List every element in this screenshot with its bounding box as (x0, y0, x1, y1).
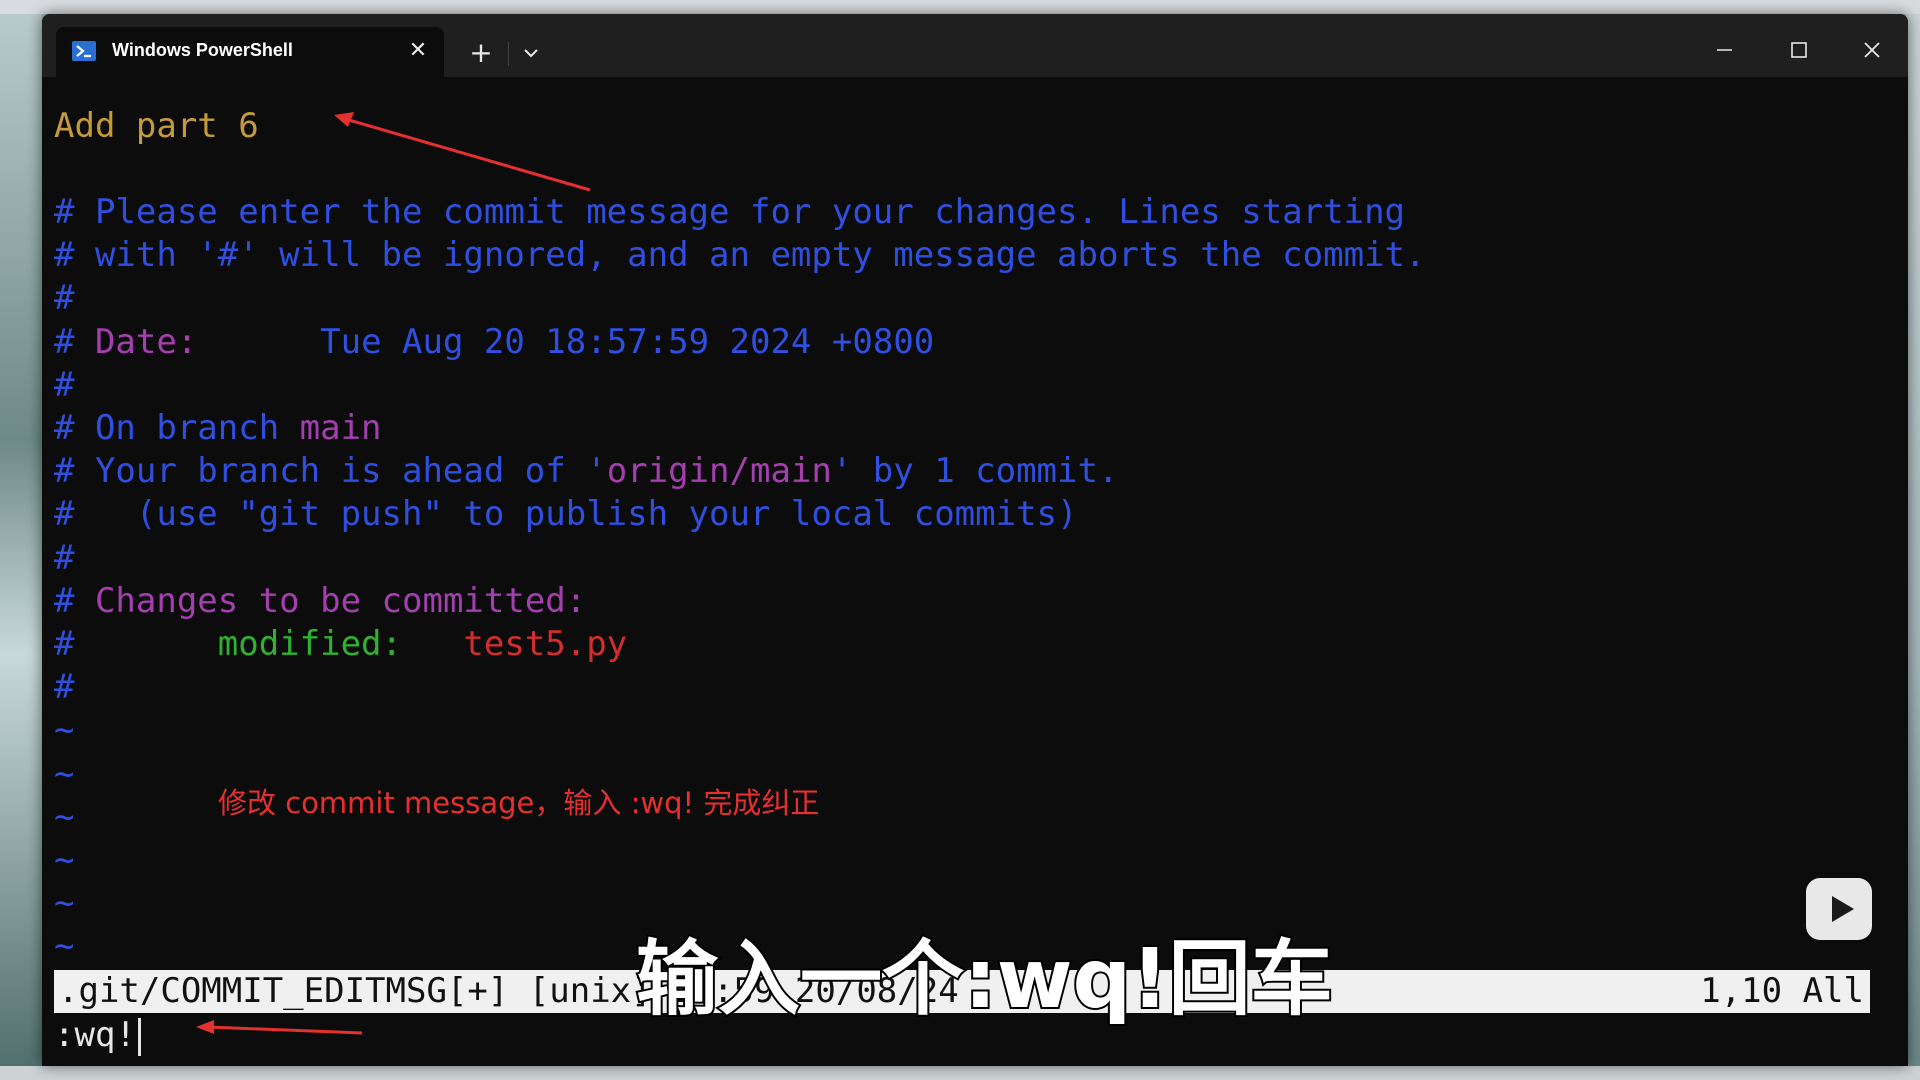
arrow-to-command (207, 1025, 363, 1035)
video-subtitle: 输入一个:wq!回车 (634, 930, 1335, 1029)
annotation-note: 修改 commit message，输入 :wq! 完成纠正 (218, 786, 820, 820)
arrow-to-command-head (196, 1020, 214, 1034)
arrow-to-title-head (334, 112, 354, 127)
arrow-to-title (341, 116, 591, 192)
play-icon (1806, 878, 1872, 940)
